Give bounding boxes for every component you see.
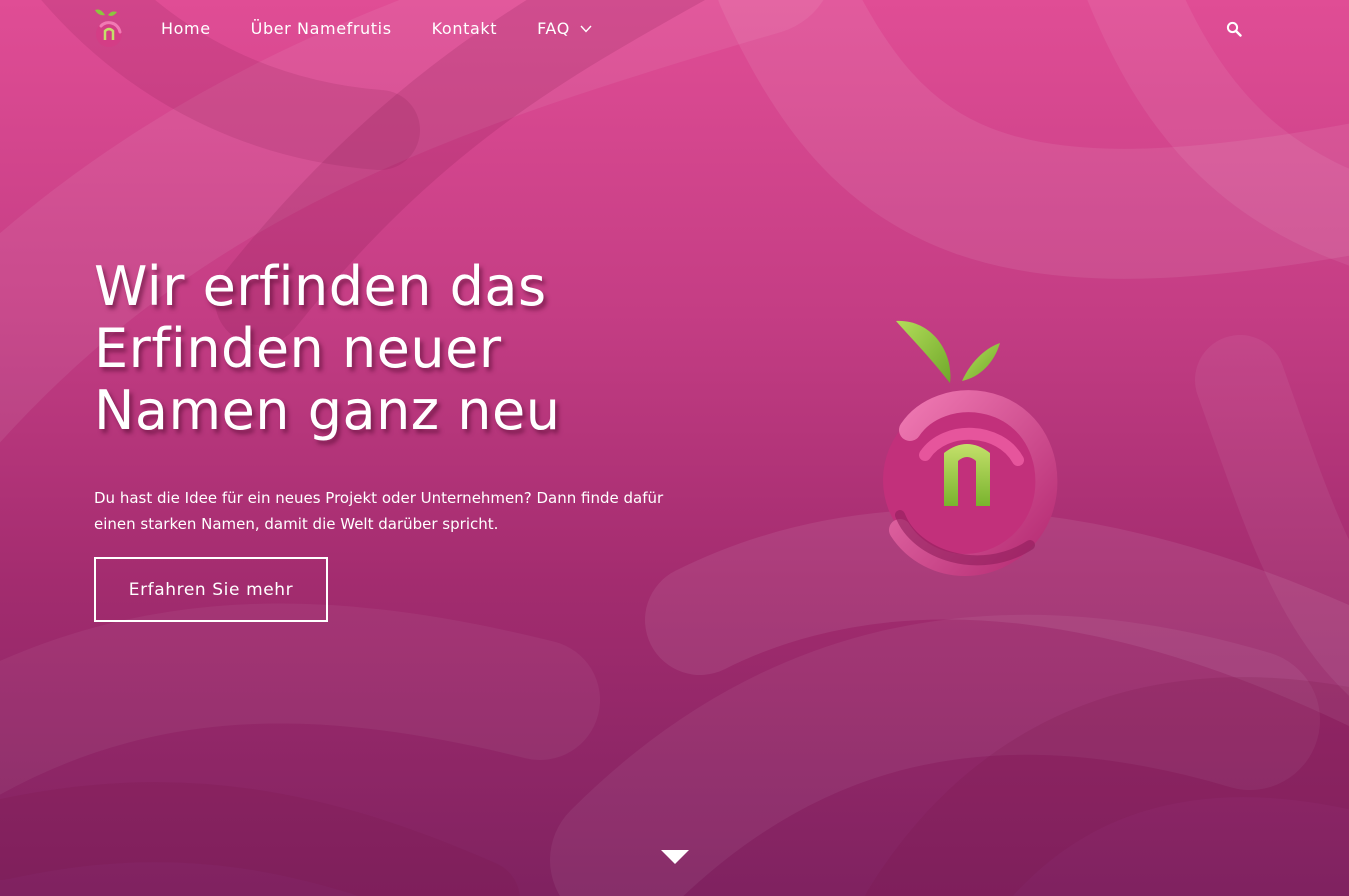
- headline-line: Namen ganz neu: [94, 379, 561, 442]
- search-icon[interactable]: [1226, 21, 1242, 37]
- nav-item-label: Über Namefrutis: [250, 19, 392, 38]
- nav-item-label: Kontakt: [431, 19, 498, 38]
- chevron-down-icon: [580, 25, 592, 33]
- main-navbar: Home Über Namefrutis Kontakt FAQ: [0, 0, 1349, 58]
- headline-line: Wir erfinden das: [94, 255, 547, 318]
- background-swirls: [0, 0, 1349, 896]
- nav-item-faq[interactable]: FAQ: [537, 18, 592, 40]
- hero-logo: [883, 320, 1058, 577]
- subtext-line: einen starken Namen, damit die Welt darü…: [94, 515, 499, 533]
- nav-item-label: Home: [161, 19, 211, 38]
- chevron-down-icon[interactable]: [660, 848, 690, 866]
- hero-section: Home Über Namefrutis Kontakt FAQ Wir erf…: [0, 0, 1349, 896]
- nav-item-contact[interactable]: Kontakt: [432, 18, 497, 40]
- headline-line: Erfinden neuer: [94, 317, 502, 380]
- nav-menu: Home Über Namefrutis Kontakt FAQ: [161, 18, 592, 40]
- nav-item-home[interactable]: Home: [161, 18, 211, 40]
- nav-item-about[interactable]: Über Namefrutis: [251, 18, 392, 40]
- nav-item-label: FAQ: [537, 19, 570, 38]
- hero-headline: Wir erfinden das Erfinden neuer Namen ga…: [94, 256, 694, 442]
- learn-more-button[interactable]: Erfahren Sie mehr: [94, 557, 328, 622]
- subtext-line: Du hast die Idee für ein neues Projekt o…: [94, 489, 664, 507]
- hero-subtext: Du hast die Idee für ein neues Projekt o…: [94, 485, 664, 537]
- brand-logo[interactable]: [92, 6, 126, 52]
